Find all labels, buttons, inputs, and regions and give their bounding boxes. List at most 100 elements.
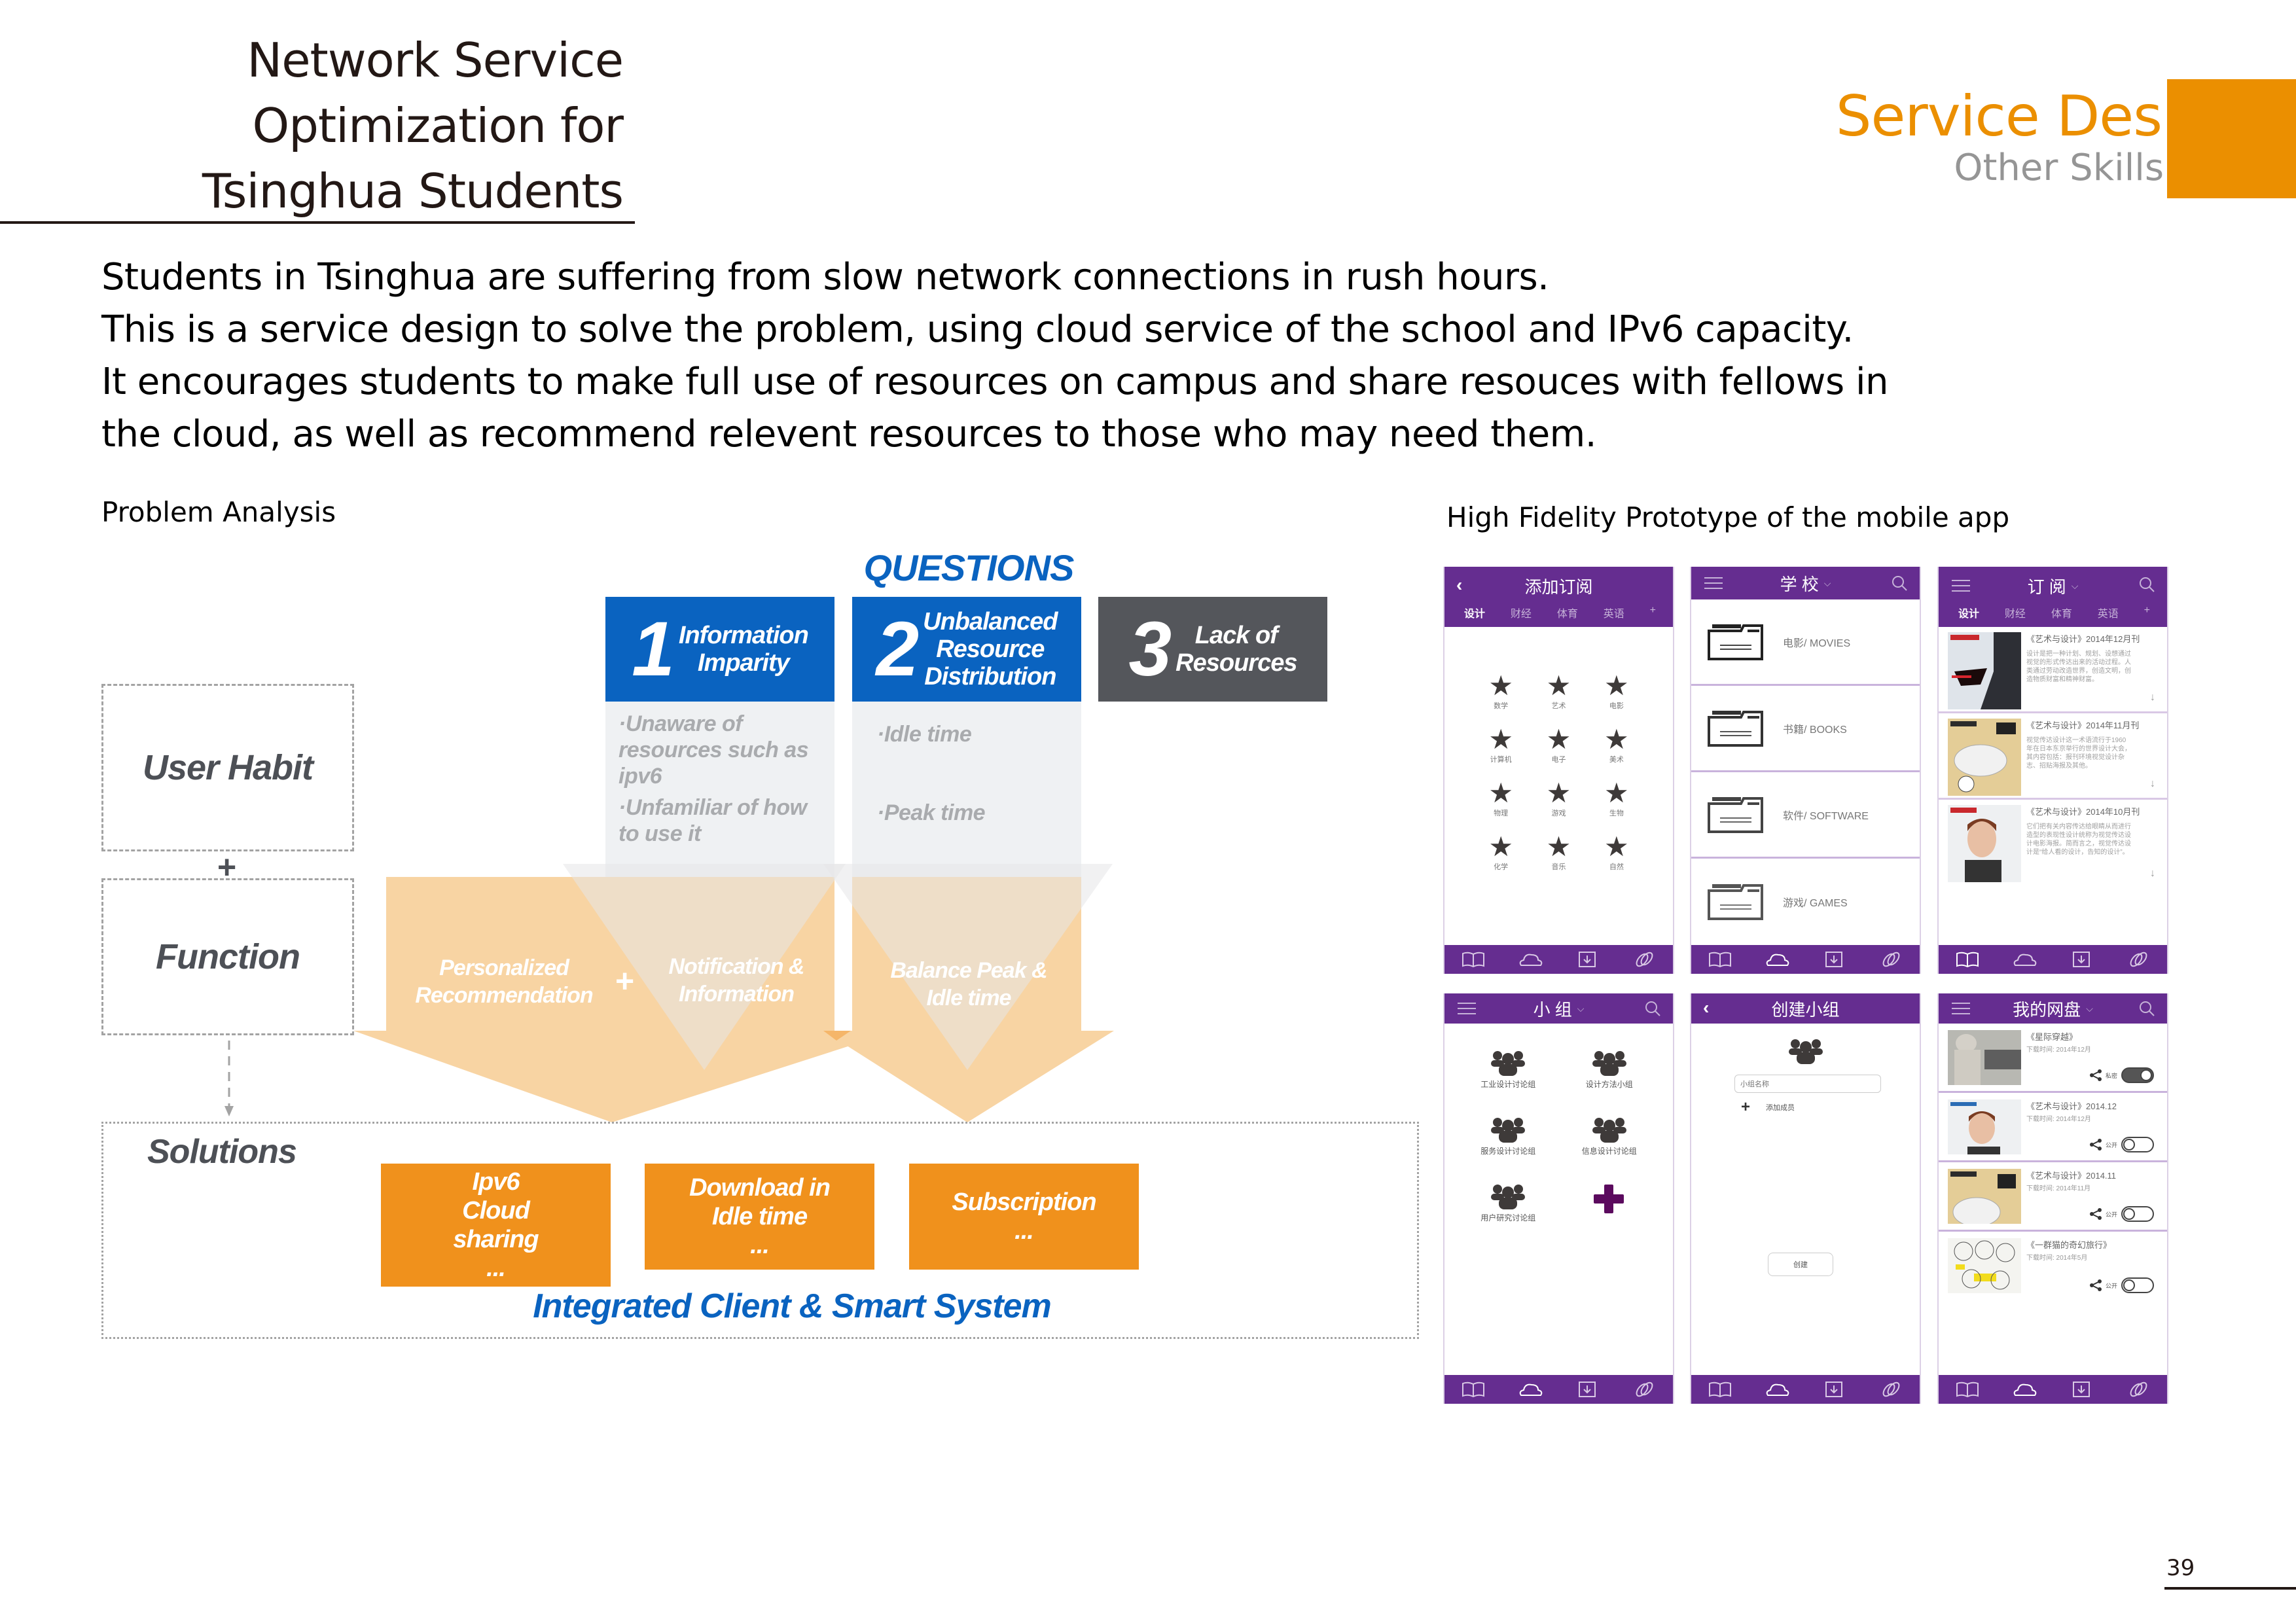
- folder-label: 电影/ MOVIES: [1783, 637, 1851, 649]
- folder-item[interactable]: 游戏/ GAMES: [1691, 859, 1920, 945]
- topic-item[interactable]: ★ 艺术: [1530, 672, 1587, 711]
- subscription-item[interactable]: 《艺术与设计》2014年12月刊 设计是把一种计划、规划、设想通过视觉的形式传达…: [1939, 627, 2167, 713]
- subscription-item[interactable]: 《艺术与设计》2014年11月刊 视觉传达设计这一术语流行于1960年在日本东京…: [1939, 713, 2167, 800]
- tab-design[interactable]: 设计: [1464, 605, 1485, 620]
- book-icon[interactable]: [1954, 950, 1981, 969]
- share-icon[interactable]: [2089, 1279, 2102, 1291]
- subscription-item[interactable]: 《艺术与设计》2014年10月刊 它们把有关内容传达给眼睛从而进行造型的表现性设…: [1939, 800, 2167, 887]
- topic-item[interactable]: ★ 生物: [1588, 779, 1645, 818]
- chevron-down-icon[interactable]: ⌵: [1824, 578, 1831, 589]
- download-arrow-icon[interactable]: ↓: [2150, 868, 2155, 880]
- book-icon[interactable]: [1954, 1380, 1981, 1399]
- topic-item[interactable]: ★ 游戏: [1530, 779, 1587, 818]
- tab-finance[interactable]: 财经: [2005, 605, 2026, 620]
- menu-icon[interactable]: [1704, 577, 1723, 589]
- download-icon[interactable]: [1574, 950, 1600, 969]
- topic-item[interactable]: ★ 电子: [1530, 726, 1587, 764]
- back-icon[interactable]: ‹: [1456, 575, 1462, 596]
- add-group-button[interactable]: [1559, 1183, 1660, 1241]
- download-icon[interactable]: [1821, 950, 1847, 969]
- tab-english[interactable]: 英语: [2098, 605, 2119, 620]
- search-icon[interactable]: [1891, 575, 1908, 592]
- download-arrow-icon[interactable]: ↓: [2150, 692, 2155, 704]
- chevron-down-icon[interactable]: ⌵: [2086, 1003, 2093, 1014]
- tab-design[interactable]: 设计: [1958, 605, 1979, 620]
- folder-item[interactable]: 软件/ SOFTWARE: [1691, 772, 1920, 859]
- folder-item[interactable]: 电影/ MOVIES: [1691, 599, 1920, 686]
- solution-line: Download in: [689, 1174, 831, 1202]
- disk-item[interactable]: 《艺术与设计》2014.12 下载时间: 2014年12月 公开: [1939, 1093, 2167, 1162]
- chevron-down-icon[interactable]: ⌵: [2072, 580, 2079, 592]
- book-icon[interactable]: [1707, 950, 1733, 969]
- group-item[interactable]: 用户研究讨论组: [1458, 1183, 1559, 1241]
- tab-add[interactable]: +: [1650, 605, 1656, 620]
- link-icon[interactable]: [2125, 950, 2151, 969]
- share-icon[interactable]: [2089, 1208, 2102, 1220]
- share-icon[interactable]: [2089, 1069, 2102, 1081]
- file-title: 《一群猫的奇幻旅行》: [2026, 1240, 2112, 1250]
- topic-item[interactable]: ★ 音乐: [1530, 833, 1587, 872]
- download-icon[interactable]: [1821, 1380, 1847, 1399]
- section-subtitle: Other Skills: [1954, 147, 2164, 189]
- folder-list: 电影/ MOVIES 书籍/ BOOKS 软件/ SOFTWARE 游戏/ GA…: [1691, 599, 1920, 945]
- search-icon[interactable]: [1644, 1000, 1661, 1017]
- download-arrow-icon[interactable]: ↓: [2150, 778, 2155, 790]
- intro-line: This is a service design to solve the pr…: [101, 308, 1854, 351]
- group-item[interactable]: 服务设计讨论组: [1458, 1116, 1559, 1174]
- cloud-icon[interactable]: [2011, 1380, 2037, 1399]
- link-icon[interactable]: [1631, 1380, 1657, 1399]
- folder-icon: [1708, 796, 1763, 833]
- group-item[interactable]: 设计方法小组: [1559, 1050, 1660, 1107]
- menu-icon[interactable]: [1952, 580, 1970, 592]
- menu-icon[interactable]: [1458, 1003, 1476, 1014]
- book-icon[interactable]: [1460, 950, 1486, 969]
- cloud-icon[interactable]: [1764, 950, 1790, 969]
- cloud-icon[interactable]: [1517, 1380, 1543, 1399]
- topic-item[interactable]: ★ 美术: [1588, 726, 1645, 764]
- visibility-toggle[interactable]: [2121, 1137, 2154, 1152]
- tab-sports[interactable]: 体育: [1557, 605, 1578, 620]
- search-icon[interactable]: [2138, 576, 2155, 593]
- folder-item[interactable]: 书籍/ BOOKS: [1691, 686, 1920, 772]
- topic-item[interactable]: ★ 自然: [1588, 833, 1645, 872]
- download-icon[interactable]: [1574, 1380, 1600, 1399]
- disk-item[interactable]: 《星际穿越》 下载时间: 2014年12月 私密: [1939, 1024, 2167, 1093]
- tab-sports[interactable]: 体育: [2051, 605, 2072, 620]
- share-icon[interactable]: [2089, 1139, 2102, 1150]
- visibility-toggle[interactable]: [2121, 1206, 2154, 1222]
- link-icon[interactable]: [1631, 950, 1657, 969]
- visibility-toggle[interactable]: [2121, 1067, 2154, 1083]
- link-icon[interactable]: [1878, 1380, 1904, 1399]
- group-name-input[interactable]: [1734, 1075, 1881, 1093]
- topic-item[interactable]: ★ 化学: [1472, 833, 1530, 872]
- group-item[interactable]: 工业设计讨论组: [1458, 1050, 1559, 1107]
- book-icon[interactable]: [1707, 1380, 1733, 1399]
- project-title-line: Optimization for: [252, 98, 624, 153]
- disk-item[interactable]: 《艺术与设计》2014.11 下载时间: 2014年11月 公开: [1939, 1162, 2167, 1232]
- tab-english[interactable]: 英语: [1604, 605, 1624, 620]
- visibility-toggle[interactable]: [2121, 1277, 2154, 1293]
- topic-item[interactable]: ★ 数学: [1472, 672, 1530, 711]
- cloud-icon[interactable]: [2011, 950, 2037, 969]
- topic-item[interactable]: ★ 物理: [1472, 779, 1530, 818]
- add-member-button[interactable]: + 添加成员: [1741, 1098, 1920, 1116]
- back-icon[interactable]: ‹: [1703, 997, 1709, 1018]
- tab-add[interactable]: +: [2144, 605, 2150, 620]
- link-icon[interactable]: [1878, 950, 1904, 969]
- cloud-icon[interactable]: [1517, 950, 1543, 969]
- topic-item[interactable]: ★ 计算机: [1472, 726, 1530, 764]
- chevron-down-icon[interactable]: ⌵: [1577, 1003, 1585, 1014]
- topic-item[interactable]: ★ 电影: [1588, 672, 1645, 711]
- disk-item[interactable]: 《一群猫的奇幻旅行》 下载时间: 2014年5月 公开: [1939, 1232, 2167, 1301]
- folder-label: 软件/ SOFTWARE: [1783, 810, 1869, 822]
- book-icon[interactable]: [1460, 1380, 1486, 1399]
- group-item[interactable]: 信息设计讨论组: [1559, 1116, 1660, 1174]
- download-icon[interactable]: [2068, 1380, 2094, 1399]
- download-icon[interactable]: [2068, 950, 2094, 969]
- tab-finance[interactable]: 财经: [1511, 605, 1532, 620]
- link-icon[interactable]: [2125, 1380, 2151, 1399]
- create-group-button[interactable]: 创建: [1768, 1253, 1833, 1276]
- search-icon[interactable]: [2138, 1000, 2155, 1017]
- cloud-icon[interactable]: [1764, 1380, 1790, 1399]
- menu-icon[interactable]: [1952, 1003, 1970, 1014]
